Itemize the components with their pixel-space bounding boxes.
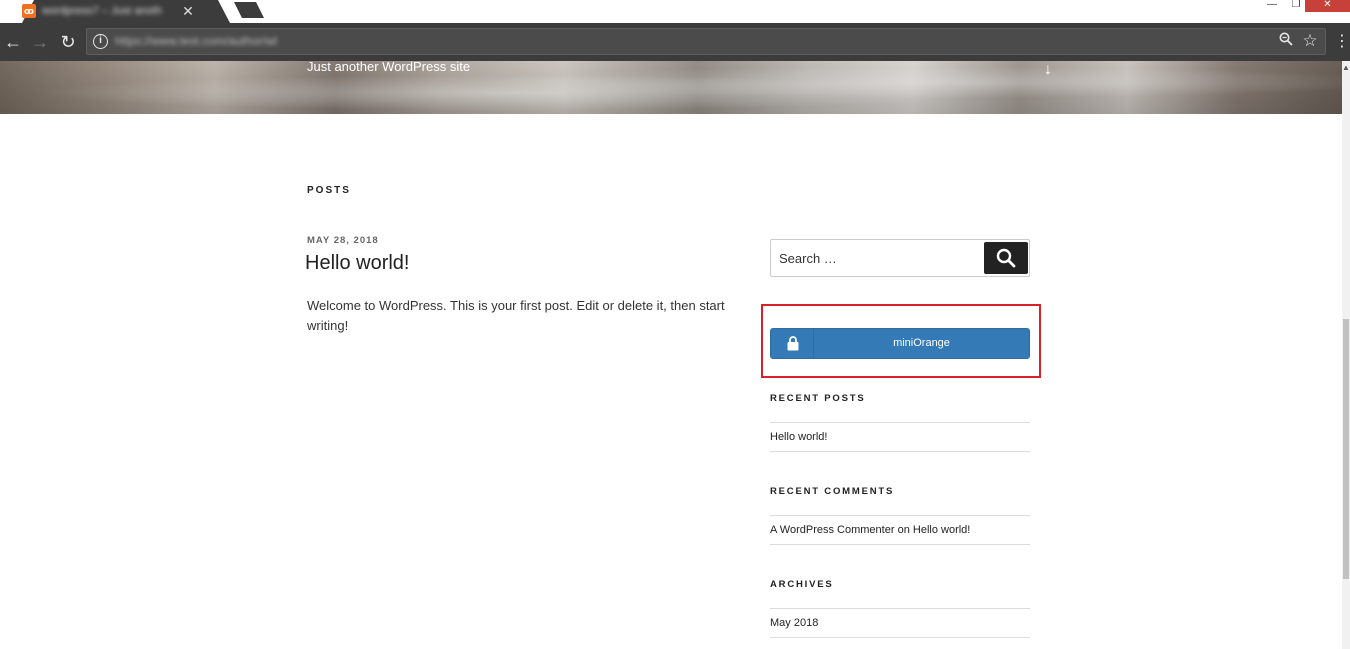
restore-icon[interactable]: ❐: [1288, 0, 1304, 12]
lock-icon-container: [771, 329, 814, 358]
info-icon[interactable]: i: [93, 34, 108, 49]
search-input[interactable]: [779, 249, 979, 267]
archive-link[interactable]: May 2018: [770, 617, 818, 629]
xampp-icon: ꝏ: [22, 4, 36, 18]
url-text[interactable]: https://www.test.com/author/wl: [115, 34, 277, 48]
tab-close-icon[interactable]: ✕: [180, 2, 196, 20]
comment-post-link[interactable]: Hello world!: [913, 524, 970, 536]
miniorange-button-label: miniOrange: [893, 337, 950, 349]
list-item[interactable]: May 2018: [770, 609, 1030, 637]
post-title[interactable]: Hello world!: [305, 252, 409, 275]
kebab-menu-icon[interactable]: ⋮: [1334, 32, 1350, 52]
browser-toolbar: ← → ↻ i https://www.test.com/author/wl ☆…: [0, 23, 1350, 61]
post-excerpt: Welcome to WordPress. This is your first…: [307, 298, 725, 333]
archives-list: May 2018: [770, 608, 1030, 638]
lock-icon: [787, 336, 799, 351]
scroll-up-arrow-icon[interactable]: ▲: [1342, 63, 1350, 73]
site-header-image: Just another WordPress site ↓: [0, 61, 1342, 114]
recent-posts-list: Hello world!: [770, 422, 1030, 452]
new-tab-button[interactable]: [234, 2, 264, 18]
scroll-thumb[interactable]: [1343, 319, 1349, 579]
recent-posts-title: RECENT POSTS: [770, 393, 866, 404]
search-form: [770, 239, 1030, 277]
list-item[interactable]: Hello world!: [770, 423, 1030, 451]
back-arrow-icon[interactable]: ←: [2, 31, 24, 53]
star-icon[interactable]: ☆: [1300, 31, 1320, 51]
minimize-icon[interactable]: —: [1264, 0, 1280, 12]
recent-comments-title: RECENT COMMENTS: [770, 486, 895, 497]
arrow-down-icon[interactable]: ↓: [1040, 61, 1056, 79]
comment-author-link[interactable]: A WordPress Commenter: [770, 524, 895, 536]
post-date[interactable]: MAY 28, 2018: [307, 235, 379, 246]
close-icon[interactable]: ✕: [1305, 0, 1350, 12]
search-icon: [996, 248, 1016, 268]
recent-post-link[interactable]: Hello world!: [770, 431, 827, 443]
archives-title: ARCHIVES: [770, 579, 834, 590]
page-title: POSTS: [307, 185, 351, 196]
site-tagline: Just another WordPress site: [307, 61, 471, 74]
browser-tabstrip: ꝏ wordpress7 – Just anoth… ✕ — ❐ ✕: [0, 0, 1350, 23]
comment-connector: on: [897, 524, 910, 536]
miniorange-login-button[interactable]: miniOrange: [770, 328, 1030, 359]
forward-arrow-icon[interactable]: →: [29, 31, 51, 53]
tab-title[interactable]: wordpress7 – Just anoth…: [42, 4, 162, 18]
zoom-icon[interactable]: [1277, 32, 1295, 50]
page-scrollbar[interactable]: ▲: [1342, 61, 1350, 649]
search-button[interactable]: [984, 242, 1028, 274]
reload-icon[interactable]: ↻: [57, 31, 79, 53]
list-item: A WordPress Commenter on Hello world!: [770, 516, 1030, 544]
recent-comments-list: A WordPress Commenter on Hello world!: [770, 515, 1030, 545]
address-bar[interactable]: i https://www.test.com/author/wl ☆: [86, 28, 1326, 55]
